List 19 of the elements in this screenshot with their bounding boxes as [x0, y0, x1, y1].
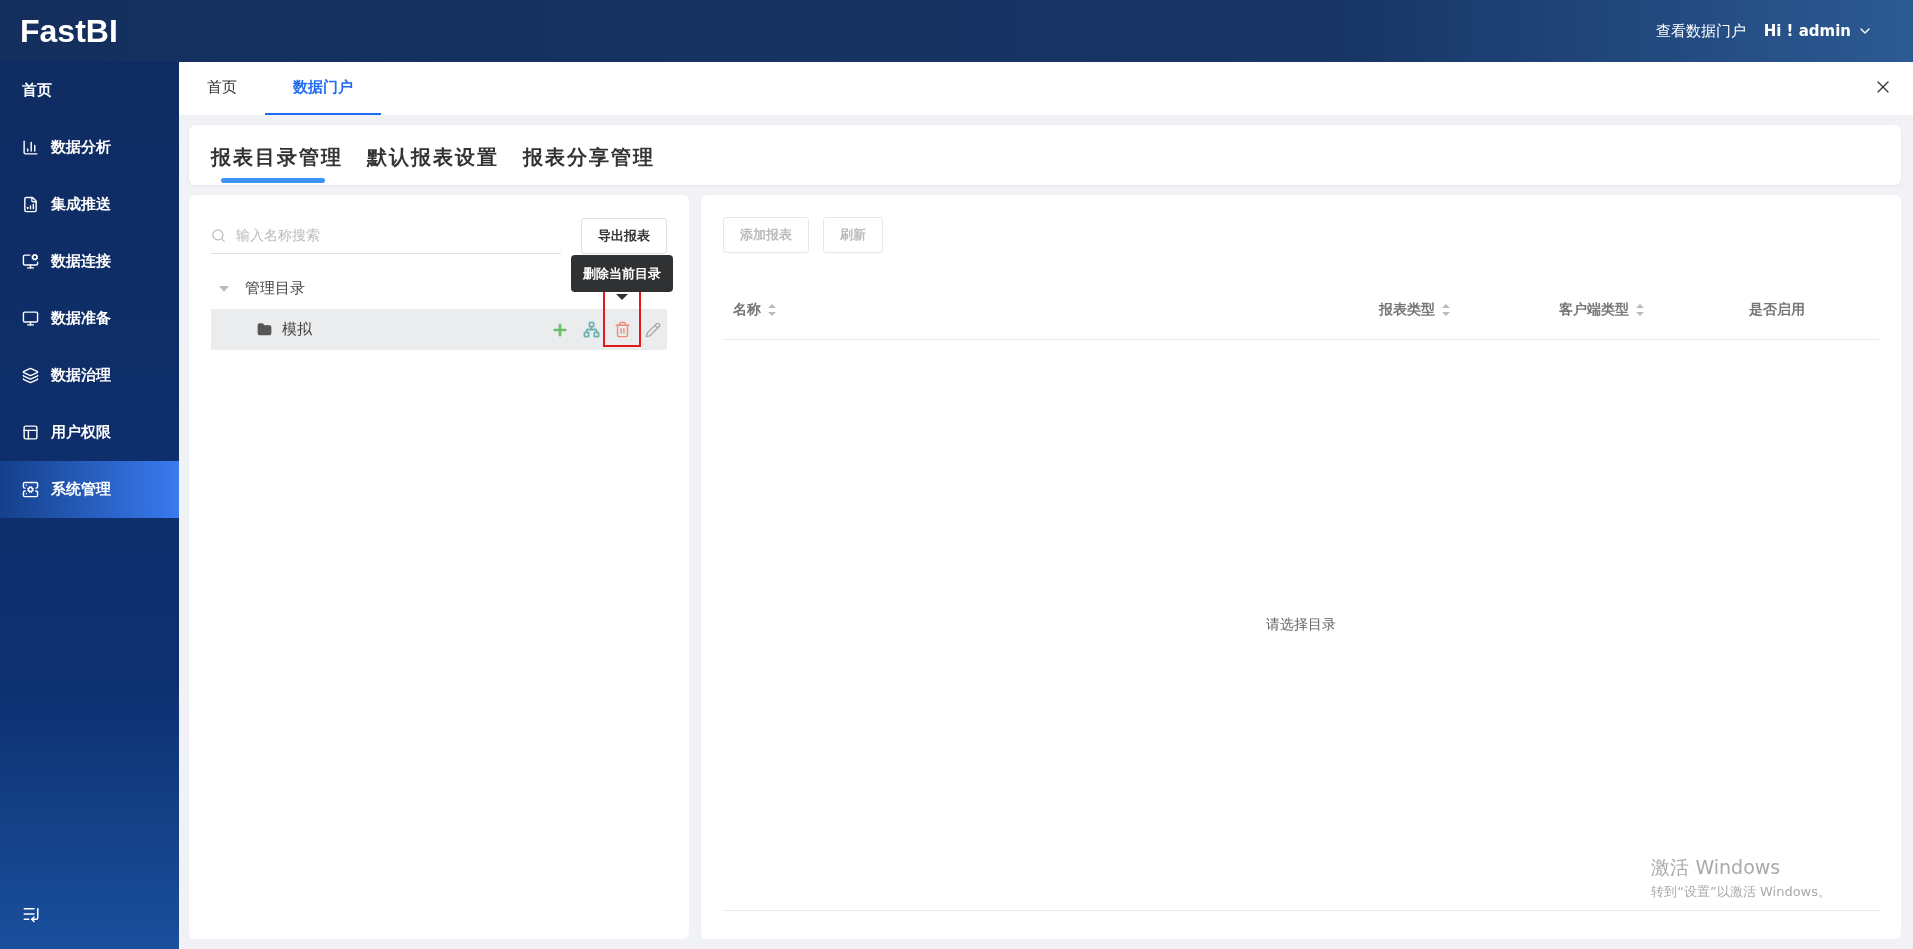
- tree-node-label: 模拟: [282, 320, 312, 339]
- sidebar-label: 集成推送: [51, 195, 111, 214]
- sidebar-label: 数据连接: [51, 252, 111, 271]
- column-header: 客户端类型: [1559, 301, 1629, 319]
- sidebar-label: 数据准备: [51, 309, 111, 328]
- sidebar-label: 数据治理: [51, 366, 111, 385]
- empty-message: 请选择目录: [1266, 616, 1336, 634]
- activation-title: 激活 Windows: [1651, 855, 1782, 880]
- column-header: 报表类型: [1379, 301, 1435, 319]
- sidebar-label: 数据分析: [51, 138, 111, 157]
- sidebar-label: 系统管理: [51, 480, 111, 499]
- sidebar-label: 首页: [22, 81, 52, 100]
- tooltip: 删除当前目录: [571, 255, 673, 292]
- column-header: 名称: [733, 301, 761, 319]
- sidebar-label: 用户权限: [51, 423, 111, 442]
- activation-hint: 转到“设置”以激活 Windows。: [1651, 883, 1831, 901]
- column-header: 是否启用: [1749, 301, 1805, 319]
- app-logo: FastBI: [20, 12, 118, 50]
- tree-node-label: 管理目录: [245, 279, 305, 298]
